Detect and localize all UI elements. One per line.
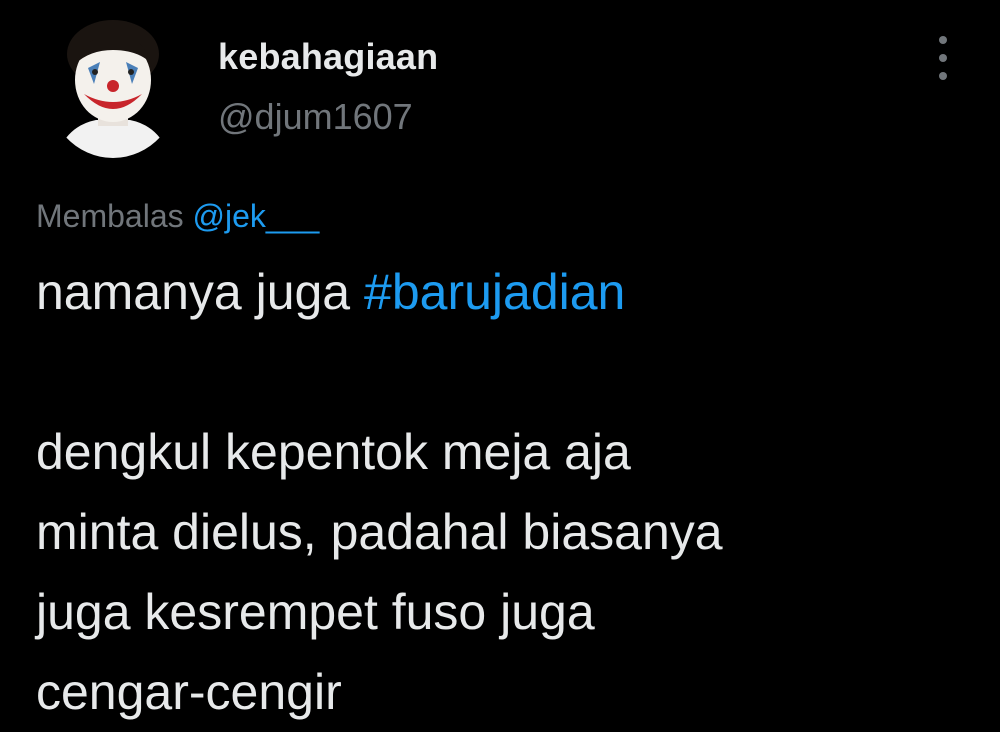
replying-to-label: Membalas <box>36 198 184 234</box>
tweet-line-5: cengar-cengir <box>36 664 342 720</box>
author-display-name[interactable]: kebahagiaan <box>218 36 438 78</box>
joker-face-avatar-icon <box>56 20 170 158</box>
tweet-line-1: namanya juga #barujadian <box>36 252 956 332</box>
more-vertical-icon <box>939 36 947 44</box>
tweet-line-4: juga kesrempet fuso juga <box>36 584 595 640</box>
more-vertical-icon-dot-3 <box>939 72 947 80</box>
tweet-text: namanya juga #barujadian dengkul kepento… <box>36 252 956 732</box>
author-handle[interactable]: @djum1607 <box>218 96 413 138</box>
more-options-button[interactable] <box>928 36 958 80</box>
tweet-line-2: dengkul kepentok meja aja <box>36 424 631 480</box>
tweet-card: kebahagiaan @djum1607 Membalas @jek___ n… <box>0 0 1000 730</box>
hashtag-link[interactable]: #barujadian <box>364 264 625 320</box>
tweet-line-3: minta dielus, padahal biasanya <box>36 504 723 560</box>
avatar[interactable] <box>46 14 180 158</box>
more-vertical-icon-dot-2 <box>939 54 947 62</box>
reply-mention-link[interactable]: @jek___ <box>193 198 320 234</box>
tweet-line-1-text: namanya juga <box>36 264 365 320</box>
replying-to: Membalas @jek___ <box>36 198 319 235</box>
